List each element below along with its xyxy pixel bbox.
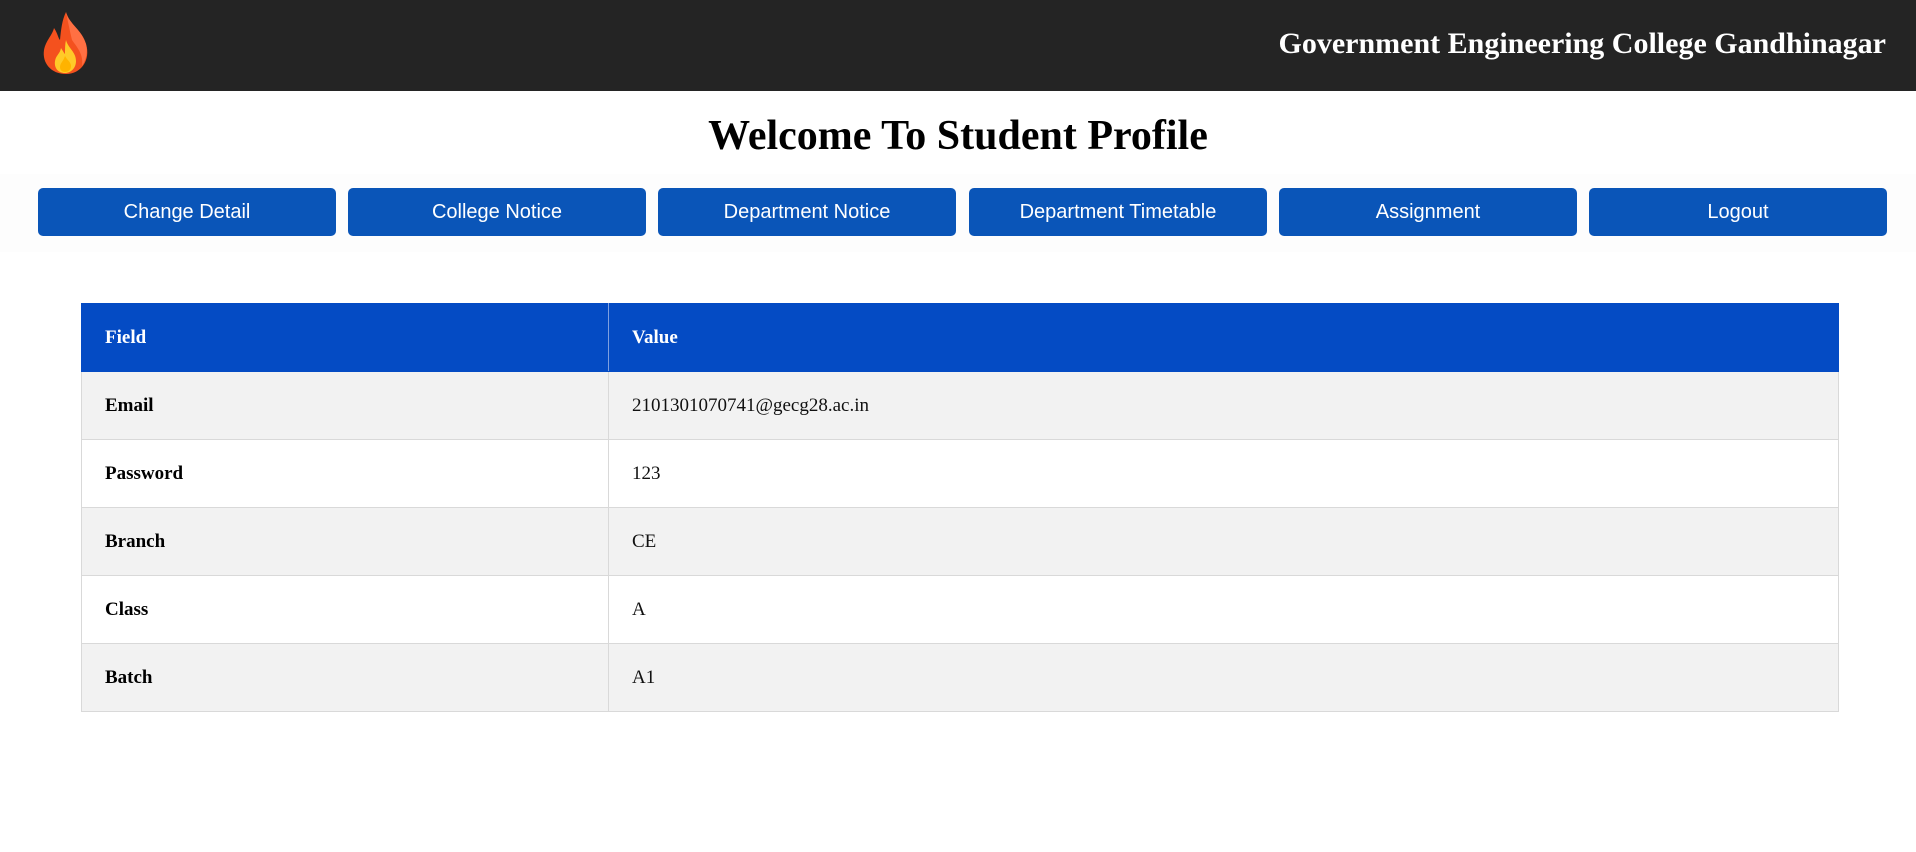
table-header-row: Field Value (81, 303, 1839, 372)
table-row: Password 123 (81, 439, 1839, 508)
value-cell: A1 (608, 643, 1839, 712)
top-header-bar: Government Engineering College Gandhinag… (0, 0, 1916, 91)
department-timetable-button[interactable]: Department Timetable (969, 188, 1267, 236)
column-header-value: Value (608, 303, 1839, 372)
table-row: Email 2101301070741@gecg28.ac.in (81, 371, 1839, 440)
college-name: Government Engineering College Gandhinag… (1278, 27, 1887, 60)
assignment-button[interactable]: Assignment (1279, 188, 1577, 236)
fire-icon (43, 12, 88, 74)
department-notice-button[interactable]: Department Notice (658, 188, 956, 236)
value-cell: 123 (608, 439, 1839, 508)
change-detail-button[interactable]: Change Detail (38, 188, 336, 236)
field-cell: Batch (81, 643, 609, 712)
profile-table: Field Value Email 2101301070741@gecg28.a… (81, 303, 1839, 712)
table-row: Class A (81, 575, 1839, 644)
field-cell: Class (81, 575, 609, 644)
field-cell: Password (81, 439, 609, 508)
value-cell: A (608, 575, 1839, 644)
table-row: Batch A1 (81, 643, 1839, 712)
field-cell: Branch (81, 507, 609, 576)
column-header-field: Field (81, 303, 609, 372)
college-notice-button[interactable]: College Notice (348, 188, 646, 236)
nav-button-bar: Change Detail College Notice Department … (0, 174, 1916, 252)
value-cell: 2101301070741@gecg28.ac.in (608, 371, 1839, 440)
page-title: Welcome To Student Profile (708, 113, 1208, 159)
logout-button[interactable]: Logout (1589, 188, 1887, 236)
value-cell: CE (608, 507, 1839, 576)
table-row: Branch CE (81, 507, 1839, 576)
field-cell: Email (81, 371, 609, 440)
